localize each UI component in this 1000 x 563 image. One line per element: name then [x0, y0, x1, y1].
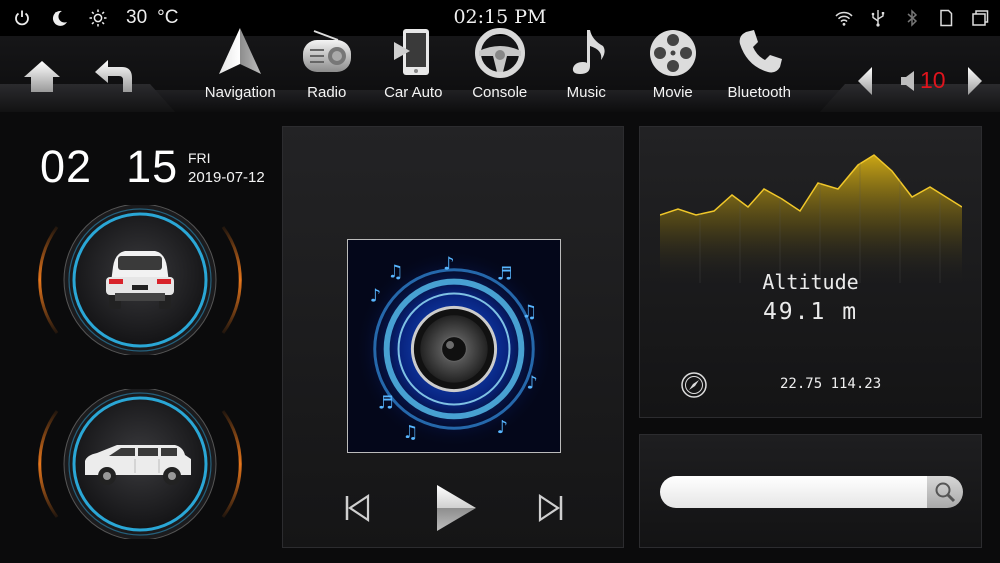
app-label: Radio	[307, 84, 347, 101]
next-track-button[interactable]	[537, 493, 565, 523]
play-button[interactable]	[433, 483, 479, 533]
app-radio[interactable]: Radio	[284, 26, 371, 110]
clock-minute: 15	[126, 141, 179, 192]
speaker-icon	[901, 71, 914, 91]
svg-text:♪: ♪	[443, 254, 454, 275]
window-icon[interactable]	[970, 8, 990, 28]
sim-icon	[940, 9, 953, 27]
back-button[interactable]	[92, 58, 134, 96]
app-label: Movie	[652, 84, 693, 101]
usb-icon	[871, 10, 885, 27]
app-label: Console	[472, 84, 528, 101]
clock-hour: 02	[40, 141, 93, 192]
temperature-value: 30	[126, 7, 148, 28]
temperature-unit: °C	[157, 7, 179, 28]
svg-text:♪: ♪	[497, 417, 508, 438]
altitude-widget[interactable]: Altitude 49.1 m 22.75 114.23	[639, 126, 982, 418]
media-player: ♫ ♪ ♬ ♫ ♪ ♬ ♫ ♪ ♪	[282, 126, 624, 548]
app-car-auto[interactable]: Car Auto	[370, 26, 457, 110]
volume-down-button[interactable]	[856, 66, 874, 96]
steering-wheel-icon	[474, 28, 525, 78]
status-clock: 02:15 PM	[453, 6, 547, 28]
home-button[interactable]	[22, 58, 62, 96]
brightness-icon[interactable]	[88, 8, 108, 28]
search-icon	[935, 482, 956, 503]
app-bluetooth[interactable]: Bluetooth	[716, 26, 803, 110]
day-date: FRI 2019-07-12	[188, 148, 265, 188]
app-music[interactable]: Music	[543, 26, 630, 110]
svg-text:♫: ♫	[402, 422, 418, 443]
car-gauge-side-graphic	[38, 387, 242, 541]
previous-track-button[interactable]	[343, 493, 371, 523]
navigation-icon	[219, 28, 262, 74]
wifi-icon	[835, 11, 853, 26]
app-movie[interactable]: Movie	[630, 26, 717, 110]
altitude-title: Altitude	[762, 270, 859, 294]
speaker-art-graphic: ♫ ♪ ♬ ♫ ♪ ♬ ♫ ♪ ♪	[348, 240, 560, 452]
temperature-readout: 30 °C	[126, 7, 178, 29]
app-console[interactable]: Console	[457, 26, 544, 110]
app-label: Car Auto	[384, 84, 443, 101]
clock-date: 2019-07-12	[188, 169, 265, 186]
app-label: Navigation	[204, 84, 276, 101]
car-auto-icon	[394, 29, 430, 75]
volume-level: 10	[920, 67, 946, 93]
app-navigation[interactable]: Navigation	[197, 26, 284, 110]
svg-text:♬: ♬	[497, 264, 513, 285]
status-left-group: 30 °C	[12, 7, 178, 29]
sedan-rear-icon	[106, 251, 174, 309]
compass-icon	[681, 372, 707, 398]
film-reel-icon	[649, 30, 696, 76]
altitude-profile-graphic	[660, 154, 962, 283]
svg-text:♫: ♫	[521, 301, 537, 322]
volume-up-button[interactable]	[966, 66, 984, 96]
phone-icon	[739, 30, 783, 73]
music-note-icon	[573, 30, 605, 74]
altitude-value: 49.1 m	[762, 299, 859, 325]
moon-icon[interactable]	[50, 8, 70, 28]
app-label: Bluetooth	[727, 84, 791, 101]
gps-coordinates: 22.75 114.23	[780, 376, 882, 392]
search-widget	[639, 434, 982, 548]
app-label: Music	[566, 84, 606, 101]
app-launcher: Navigation Radio Car Auto Console Music …	[197, 26, 803, 110]
big-clock: 02 15	[40, 141, 178, 193]
car-gauge-rear[interactable]	[35, 203, 245, 357]
search-input[interactable]	[660, 476, 928, 508]
search-button[interactable]	[927, 476, 963, 508]
clock-day: FRI	[188, 150, 211, 166]
power-icon[interactable]	[12, 8, 32, 28]
bluetooth-icon	[907, 9, 918, 27]
album-art[interactable]: ♫ ♪ ♬ ♫ ♪ ♬ ♫ ♪ ♪	[347, 239, 561, 453]
car-gauge-rear-graphic	[38, 203, 242, 357]
status-right-group	[834, 8, 990, 28]
svg-text:♬: ♬	[378, 392, 394, 413]
radio-icon	[302, 30, 351, 72]
car-gauge-side[interactable]	[35, 387, 245, 541]
svg-text:♪: ♪	[526, 373, 537, 394]
svg-text:♫: ♫	[388, 262, 404, 283]
svg-text:♪: ♪	[370, 285, 381, 306]
